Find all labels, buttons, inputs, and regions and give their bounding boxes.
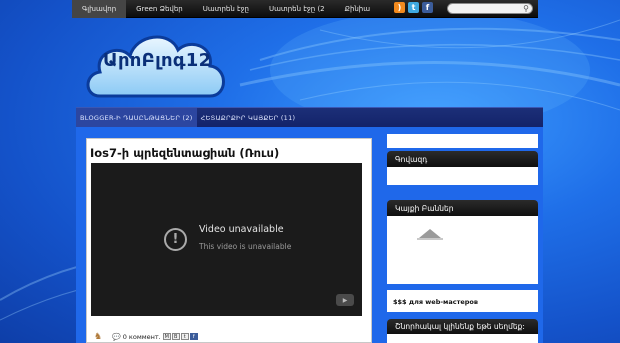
- sidebar-thanks-box: [387, 334, 538, 343]
- nav-item-home[interactable]: Գլխավոր: [72, 0, 127, 18]
- author-icon: ♞: [94, 331, 103, 342]
- rss-icon[interactable]: ): [394, 2, 405, 13]
- sidebar-top-box: [387, 134, 538, 148]
- sidebar-heading-banners: Կայքի Բաններ: [387, 200, 538, 216]
- nav-item-page[interactable]: Սատրեն էջը: [193, 0, 259, 18]
- top-navigation: Գլխավոր Green Ձեվեր Սատրեն էջը Սատրեն էջ…: [72, 0, 538, 18]
- share-buttons: M B t f: [162, 333, 198, 340]
- search-icon[interactable]: ⚲: [521, 4, 531, 13]
- video-unavailable-title: Video unavailable: [199, 224, 284, 235]
- facebook-share-icon[interactable]: f: [189, 333, 198, 340]
- video-player[interactable]: ! Video unavailable This video is unavai…: [91, 163, 362, 316]
- sidebar-banners-box: [387, 216, 538, 284]
- category-interesting-sites[interactable]: ՀԵՏԱՔՐՔԻՐ ԿԱՅՔԵՐ (11): [197, 108, 300, 128]
- category-navigation: BLOGGER-Ի ԴԱՍԸՆԹԱՑՆԵՐ (2) ՀԵՏԱՔՐՔԻՐ ԿԱՅՔ…: [76, 107, 543, 128]
- facebook-icon[interactable]: f: [422, 2, 433, 13]
- sidebar-heading-thanks: Շնորհակալ կլինենք եթե սեղմեք:: [387, 319, 538, 334]
- twitter-share-icon[interactable]: t: [180, 333, 189, 340]
- search-input[interactable]: ⚲: [447, 3, 533, 14]
- nav-item-green-forms[interactable]: Green Ձեվեր: [126, 0, 193, 18]
- comments-link[interactable]: 0 коммент.: [123, 333, 161, 341]
- alert-icon: !: [164, 228, 187, 251]
- sidebar-ads-box: [387, 167, 538, 185]
- social-icons: ) t f: [394, 2, 433, 13]
- post-title[interactable]: Ios7-ի պրեզենտացիան (Ռուս): [90, 146, 279, 160]
- email-share-icon[interactable]: M: [162, 333, 171, 340]
- comment-icon: 💬: [112, 332, 121, 341]
- nav-item-extra[interactable]: Քինիա: [335, 0, 380, 18]
- site-title[interactable]: ԱրոԲլոգ12: [103, 50, 211, 71]
- webmaster-link[interactable]: $$$ для web-мастеров: [393, 298, 478, 306]
- category-blogger-lessons[interactable]: BLOGGER-Ի ԴԱՍԸՆԹԱՑՆԵՐ (2): [76, 107, 197, 128]
- post-footer: ♞ 💬 0 коммент. M B t f: [91, 330, 372, 343]
- video-unavailable-subtitle: This video is unavailable: [199, 242, 292, 251]
- blog-share-icon[interactable]: B: [171, 333, 180, 340]
- sidebar-heading-ads: Գովազդ: [387, 151, 538, 167]
- youtube-icon[interactable]: ▶: [336, 294, 354, 306]
- banner-arrow-icon: [417, 229, 443, 240]
- nav-item-page-2[interactable]: Սատրեն էջը (2: [259, 0, 335, 18]
- twitter-icon[interactable]: t: [408, 2, 419, 13]
